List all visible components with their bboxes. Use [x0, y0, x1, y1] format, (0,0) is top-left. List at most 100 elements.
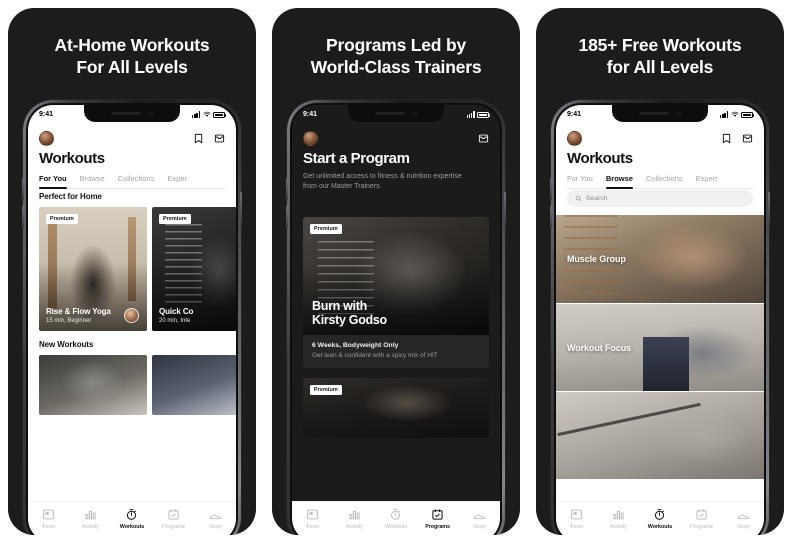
workout-card[interactable]: Premium Quick Co 20 min, Inte — [152, 207, 236, 331]
activity-icon — [85, 510, 96, 520]
inbox-icon[interactable] — [478, 133, 489, 144]
panel-3-headline-line1: 185+ Free Workouts — [578, 35, 742, 55]
front-camera — [148, 111, 154, 116]
tab-feed[interactable]: Feed — [557, 508, 597, 530]
panel-1-headline-line1: At-Home Workouts — [54, 35, 210, 55]
stopwatch-icon — [655, 509, 665, 520]
tab-label: Programs — [690, 524, 714, 530]
tab-shop[interactable]: Shop — [459, 508, 499, 530]
activity-icon — [349, 510, 360, 520]
phone-mockup-3: 9:41 Workouts For You Browse Collections… — [550, 100, 770, 535]
tab-activity[interactable]: Activity — [334, 508, 374, 530]
segment-tabs-1: For You Browse Collections Exper — [39, 174, 225, 189]
tab-collections[interactable]: Collections — [118, 174, 155, 188]
wifi-icon — [730, 111, 739, 117]
front-camera — [676, 111, 682, 116]
phone-bezel-1: 9:41 Workouts For You Browse Collections… — [26, 103, 238, 535]
battery-icon — [477, 111, 490, 118]
earpiece-speaker — [110, 112, 141, 115]
bookmark-icon[interactable] — [193, 133, 204, 144]
program-title-line2: Kirsty Godso — [312, 313, 387, 327]
status-indicators — [192, 111, 226, 118]
workout-card-row: Premium Rise & Flow Yoga 15 min, Beginne… — [28, 207, 236, 331]
phone-mockup-1: 9:41 Workouts For You Browse Collections… — [22, 100, 242, 535]
avatar[interactable] — [567, 130, 582, 146]
content-scroll-2[interactable]: Premium Burn with Kirsty Godso 6 Weeks, … — [292, 217, 500, 535]
panel-1-headline-line2: For All Levels — [76, 57, 188, 77]
inbox-icon[interactable] — [214, 133, 225, 144]
calendar-icon — [168, 509, 179, 520]
tab-programs[interactable]: Programs — [682, 508, 722, 530]
tab-collections[interactable]: Collections — [646, 174, 683, 188]
program-card[interactable]: Premium Burn with Kirsty Godso 6 Weeks, … — [303, 217, 489, 368]
workout-card-title: Quick Co — [159, 307, 194, 316]
screenshot-panel-1: At-Home Workouts For All Levels 9:41 Wor… — [8, 8, 256, 535]
battery-icon — [741, 111, 754, 118]
premium-badge: Premium — [46, 214, 78, 224]
app-screen-browse: 9:41 Workouts For You Browse Collections… — [556, 105, 764, 535]
volume-up-button — [286, 178, 288, 200]
phone-bezel-2: 9:41 Start a Program Get unlimited acces… — [290, 103, 502, 535]
tab-programs[interactable]: Programs — [418, 508, 458, 530]
stopwatch-icon — [127, 509, 137, 520]
workout-card[interactable] — [152, 355, 236, 415]
tab-shop[interactable]: Shop — [195, 508, 235, 530]
header-row-2 — [303, 129, 489, 147]
category-card[interactable]: Muscle Group — [556, 215, 764, 303]
volume-down-button — [550, 206, 552, 228]
avatar[interactable] — [39, 130, 54, 146]
activity-icon — [613, 510, 624, 520]
status-indicators — [466, 111, 490, 118]
tab-workouts[interactable]: Workouts — [640, 508, 680, 530]
category-label: Muscle Group — [567, 254, 626, 264]
tab-for-you[interactable]: For You — [567, 174, 593, 188]
header-row-3 — [567, 129, 753, 147]
shoe-icon — [473, 514, 485, 520]
tab-programs[interactable]: Programs — [154, 508, 194, 530]
bottom-tab-bar-3: Feed Activity Workouts Programs Shop — [556, 501, 764, 535]
calendar-icon — [432, 509, 443, 520]
content-scroll-1[interactable]: Perfect for Home Premium Rise & Flow Yog… — [28, 183, 236, 535]
tab-workouts[interactable]: Workouts — [112, 508, 152, 530]
program-description: Get lean & confident with a spicy mix of… — [312, 352, 438, 359]
feed-icon — [43, 509, 55, 520]
workout-card[interactable] — [39, 355, 147, 415]
inbox-icon[interactable] — [742, 133, 753, 144]
tab-activity[interactable]: Activity — [70, 508, 110, 530]
tab-workouts[interactable]: Workouts — [376, 508, 416, 530]
bookmark-icon[interactable] — [721, 133, 732, 144]
category-card[interactable]: Workout Focus — [556, 303, 764, 391]
category-card[interactable] — [556, 391, 764, 479]
avatar[interactable] — [303, 130, 318, 146]
tab-label: Activity — [346, 524, 363, 530]
tab-expert[interactable]: Exper — [167, 174, 187, 188]
page-subtitle-2: Get unlimited access to fitness & nutrit… — [303, 173, 462, 190]
program-title-line1: Burn with — [312, 299, 367, 313]
tab-expert[interactable]: Expert — [696, 174, 718, 188]
content-scroll-3[interactable]: Search Muscle Group Workout Focus — [556, 183, 764, 535]
program-card-info: 6 Weeks, Bodyweight Only Get lean & conf… — [303, 335, 489, 368]
app-header-2: Start a Program Get unlimited access to … — [292, 123, 500, 192]
power-button — [504, 192, 506, 226]
tab-label: Shop — [736, 524, 750, 530]
program-card-title: Burn with Kirsty Godso — [312, 299, 387, 327]
workout-card[interactable]: Premium Rise & Flow Yoga 15 min, Beginne… — [39, 207, 147, 331]
tab-browse[interactable]: Browse — [605, 174, 634, 189]
tab-for-you[interactable]: For You — [39, 174, 67, 189]
notch — [348, 105, 444, 122]
program-card[interactable]: Premium — [303, 378, 489, 438]
header-actions-2 — [478, 133, 489, 144]
panel-1-headline: At-Home Workouts For All Levels — [8, 34, 256, 78]
search-input[interactable]: Search — [567, 190, 753, 207]
tab-activity[interactable]: Activity — [598, 508, 638, 530]
phone-mockup-2: 9:41 Start a Program Get unlimited acces… — [286, 100, 506, 535]
status-indicators — [720, 111, 754, 118]
tab-feed[interactable]: Feed — [29, 508, 69, 530]
tab-shop[interactable]: Shop — [723, 508, 763, 530]
status-time: 9:41 — [567, 110, 582, 118]
header-actions-1 — [193, 133, 225, 144]
feed-icon — [571, 509, 583, 520]
tab-feed[interactable]: Feed — [293, 508, 333, 530]
tab-browse[interactable]: Browse — [80, 174, 105, 188]
shoe-icon — [209, 514, 221, 520]
